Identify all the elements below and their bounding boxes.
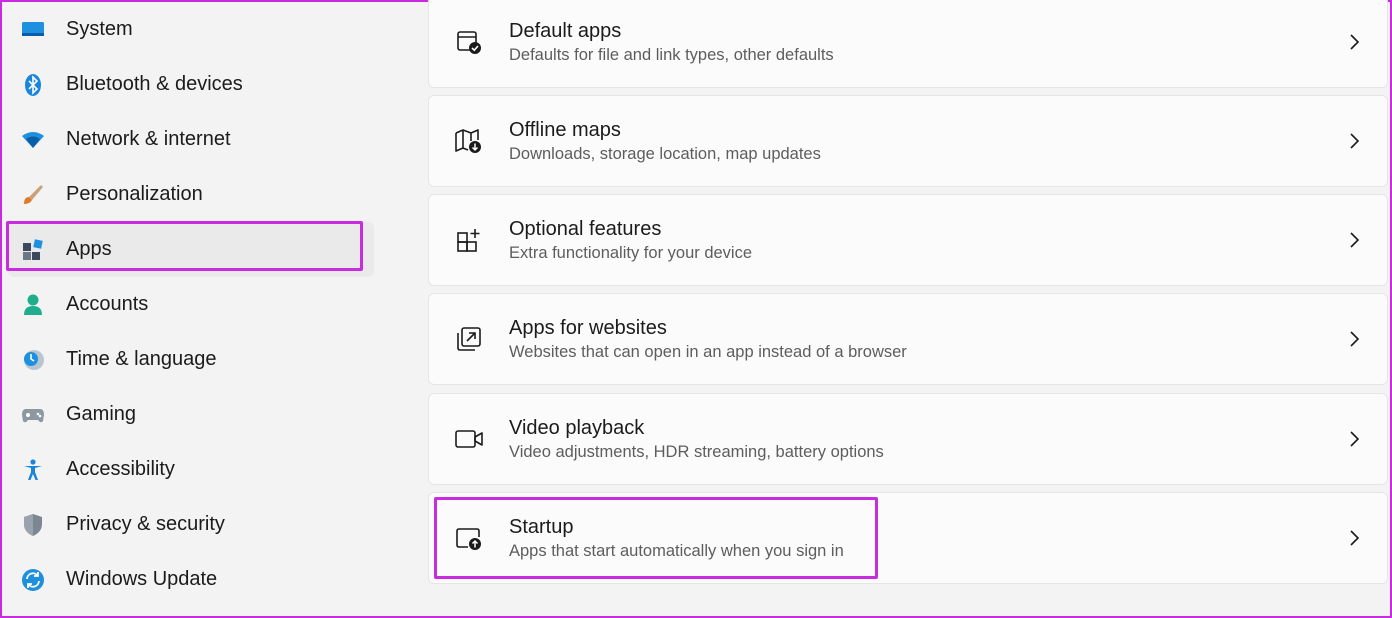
- card-title: Startup: [509, 516, 574, 538]
- apps-icon: [20, 237, 46, 263]
- chevron-right-icon: [1350, 133, 1360, 149]
- sidebar-item-accounts[interactable]: Accounts: [8, 277, 374, 332]
- sidebar-item-gaming[interactable]: Gaming: [8, 387, 374, 442]
- card-subtitle: Defaults for file and link types, other …: [509, 46, 834, 64]
- sidebar-item-windows-update[interactable]: Windows Update: [8, 552, 374, 607]
- offline-maps-card[interactable]: Offline maps Downloads, storage location…: [428, 95, 1388, 187]
- default-apps-card[interactable]: Default apps Defaults for file and link …: [428, 0, 1388, 88]
- card-title: Video playback: [509, 417, 645, 439]
- shield-icon: [20, 512, 46, 538]
- chevron-right-icon: [1350, 34, 1360, 50]
- accessibility-icon: [20, 457, 46, 483]
- sidebar-item-time-language[interactable]: Time & language: [8, 332, 374, 387]
- sidebar-item-label: Accounts: [66, 293, 149, 315]
- optional-features-icon: [453, 224, 485, 256]
- sidebar-item-system[interactable]: System: [8, 2, 374, 57]
- card-subtitle: Extra functionality for your device: [509, 244, 753, 262]
- card-subtitle: Apps that start automatically when you s…: [509, 542, 844, 560]
- card-subtitle: Downloads, storage location, map updates: [509, 145, 821, 163]
- wifi-icon: [20, 127, 46, 153]
- card-title: Default apps: [509, 20, 622, 42]
- video-camera-icon: [453, 423, 485, 455]
- sidebar-item-label: Time & language: [66, 348, 217, 370]
- card-subtitle: Video adjustments, HDR streaming, batter…: [509, 443, 884, 461]
- sidebar-item-privacy-security[interactable]: Privacy & security: [8, 497, 374, 552]
- brush-icon: [20, 182, 46, 208]
- card-title: Offline maps: [509, 119, 621, 141]
- apps-for-websites-card[interactable]: Apps for websites Websites that can open…: [428, 293, 1388, 385]
- chevron-right-icon: [1350, 530, 1360, 546]
- chevron-right-icon: [1350, 331, 1360, 347]
- sidebar-item-personalization[interactable]: Personalization: [8, 167, 374, 222]
- sidebar-item-network-internet[interactable]: Network & internet: [8, 112, 374, 167]
- sidebar-item-label: Apps: [66, 238, 112, 260]
- sidebar-item-label: Personalization: [66, 183, 203, 205]
- update-icon: [20, 567, 46, 593]
- sidebar-item-label: Windows Update: [66, 568, 218, 590]
- optional-features-card[interactable]: Optional features Extra functionality fo…: [428, 194, 1388, 286]
- person-icon: [20, 292, 46, 318]
- default-apps-icon: [453, 26, 485, 58]
- sidebar-item-label: Privacy & security: [66, 513, 225, 535]
- sidebar-item-label: Gaming: [66, 403, 137, 425]
- sidebar-item-label: Network & internet: [66, 128, 231, 150]
- chevron-right-icon: [1350, 431, 1360, 447]
- sidebar-item-bluetooth-devices[interactable]: Bluetooth & devices: [8, 57, 374, 112]
- sidebar-item-label: Accessibility: [66, 458, 175, 480]
- card-title: Optional features: [509, 218, 662, 240]
- map-download-icon: [453, 125, 485, 157]
- video-playback-card[interactable]: Video playback Video adjustments, HDR st…: [428, 393, 1388, 485]
- sidebar-item-label: Bluetooth & devices: [66, 73, 243, 95]
- sidebar-item-accessibility[interactable]: Accessibility: [8, 442, 374, 497]
- card-subtitle: Websites that can open in an app instead…: [509, 343, 907, 361]
- external-link-icon: [453, 323, 485, 355]
- chevron-right-icon: [1350, 232, 1360, 248]
- controller-icon: [20, 402, 46, 428]
- sidebar-item-label: System: [66, 18, 133, 40]
- startup-icon: [453, 522, 485, 554]
- startup-card[interactable]: Startup Apps that start automatically wh…: [428, 492, 1388, 584]
- sidebar-item-apps[interactable]: Apps: [8, 222, 374, 277]
- clock-globe-icon: [20, 347, 46, 373]
- settings-sidebar: System Bluetooth & devices Network & int…: [8, 2, 374, 607]
- bluetooth-icon: [20, 72, 46, 98]
- card-title: Apps for websites: [509, 317, 667, 339]
- system-icon: [20, 17, 46, 43]
